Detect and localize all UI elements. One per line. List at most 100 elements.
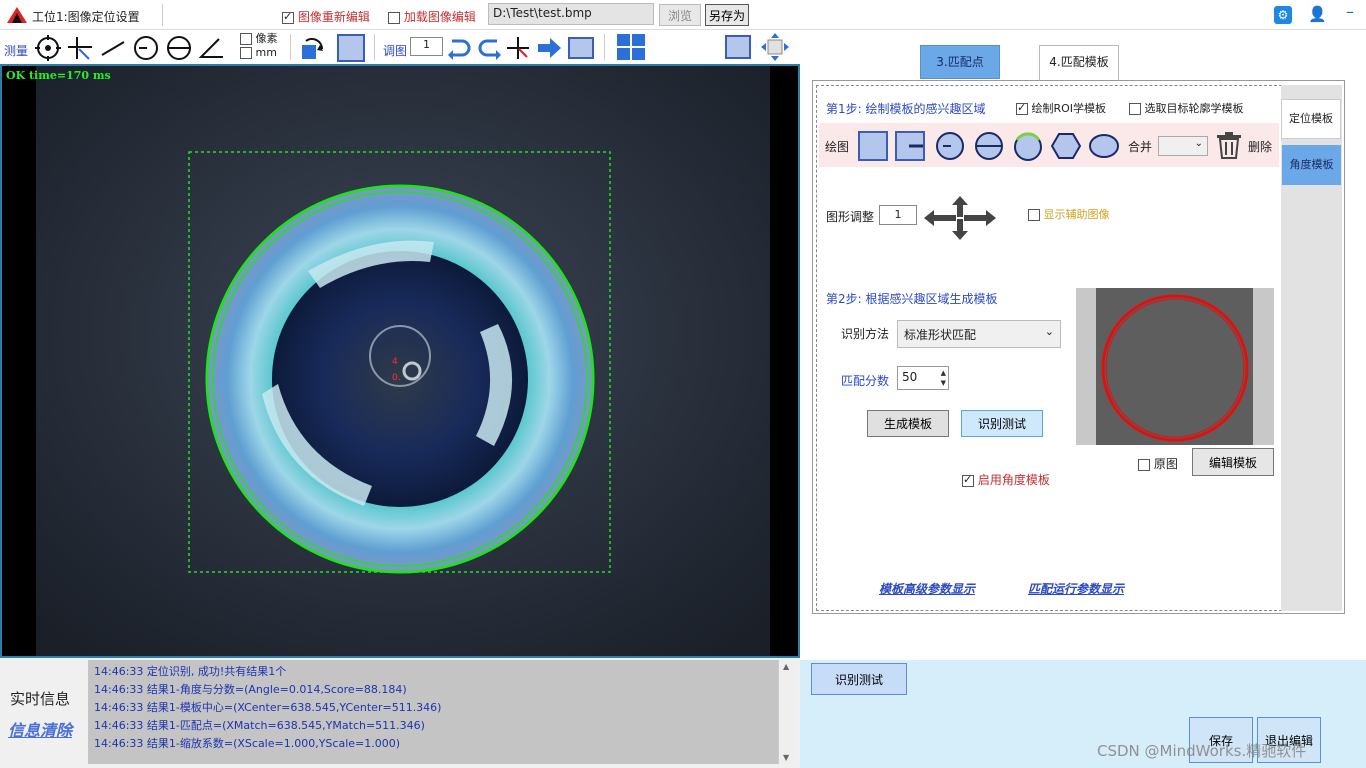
move-arrows-icon[interactable] xyxy=(922,195,998,241)
point-line-distance-icon[interactable] xyxy=(67,35,93,61)
toolbar-divider xyxy=(290,34,291,60)
score-stepper[interactable]: 50 ▲ ▼ xyxy=(897,366,949,390)
recognition-test-button[interactable]: 识别测试 xyxy=(961,410,1043,437)
info-title: 实时信息 xyxy=(10,690,71,708)
draw-roi-label: 绘制ROI学模板 xyxy=(1031,102,1107,115)
chevron-down-icon: ⌄ xyxy=(1044,325,1054,338)
draw-rect-icon[interactable] xyxy=(858,131,888,161)
log-line: 14:46:33 结果1-匹配点=(XMatch=638.545,YMatch=… xyxy=(94,719,425,732)
unit-pixel-checkbox[interactable] xyxy=(240,33,252,45)
side-tab-locate[interactable]: 定位模板 xyxy=(1281,99,1341,139)
draw-shape-row xyxy=(819,123,1279,167)
unit-pixel-label: 像素 xyxy=(255,32,278,45)
log-line: 14:46:33 结果1-模板中心=(XCenter=638.545,YCent… xyxy=(94,701,442,714)
scroll-up-icon[interactable]: ▲ xyxy=(783,662,789,671)
settings-gear-icon[interactable]: ⚙ xyxy=(1274,6,1292,24)
unit-mm-label: mm xyxy=(255,46,277,59)
log-scrollbar[interactable]: ▲ ▼ xyxy=(778,660,795,764)
show-aux-check-icon[interactable] xyxy=(1028,209,1040,221)
show-aux-checkbox[interactable]: 显示辅助图像 xyxy=(1028,206,1110,222)
load-edit-label: 加载图像编辑 xyxy=(403,10,476,24)
minimize-icon[interactable]: – xyxy=(1340,2,1360,22)
info-area xyxy=(0,660,88,768)
single-view-icon[interactable] xyxy=(725,34,751,60)
adjust-step-input[interactable]: 1 xyxy=(410,37,443,56)
show-aux-label: 显示辅助图像 xyxy=(1043,208,1110,221)
tab-match-point[interactable]: 3.匹配点 xyxy=(920,45,1000,79)
draw-label: 绘图 xyxy=(825,140,850,154)
inspection-image[interactable]: 4 0. xyxy=(2,66,798,656)
toolbar-divider xyxy=(604,34,605,60)
angle-measure-icon[interactable] xyxy=(199,35,225,61)
generate-template-button[interactable]: 生成模板 xyxy=(867,410,949,437)
load-edit-check-icon[interactable] xyxy=(388,11,400,24)
stepper-arrows-icon[interactable]: ▲ ▼ xyxy=(941,368,946,388)
enable-angle-checkbox[interactable]: 启用角度模板 xyxy=(962,471,1050,488)
center-marker-bottom: 0. xyxy=(392,373,401,383)
measure-label: 测量 xyxy=(4,44,29,58)
draw-ring-icon[interactable] xyxy=(974,131,1004,161)
arrow-right-icon[interactable] xyxy=(536,35,562,61)
advanced-params-link[interactable]: 模板高级参数显示 xyxy=(879,580,975,597)
draw-roi-checkbox[interactable]: 绘制ROI学模板 xyxy=(1016,100,1106,116)
re-edit-label: 图像重新编辑 xyxy=(297,10,370,24)
point-measure-icon[interactable] xyxy=(35,35,61,61)
log-line: 14:46:33 结果1-角度与分数=(Angle=0.014,Score=88… xyxy=(94,683,407,696)
save-as-button[interactable]: 另存为 xyxy=(705,4,749,26)
unit-selector: 像素 mm xyxy=(240,32,278,60)
enable-angle-check-icon[interactable] xyxy=(962,473,974,487)
method-value: 标准形状匹配 xyxy=(904,328,977,342)
status-time: OK time=170 ms xyxy=(6,69,111,82)
circle-diameter-icon[interactable] xyxy=(166,35,192,61)
original-check-icon[interactable] xyxy=(1138,458,1150,471)
edit-template-button[interactable]: 编辑模板 xyxy=(1192,448,1274,476)
shape-adjust-input[interactable]: 1 xyxy=(879,205,917,225)
browse-button[interactable]: 浏览 xyxy=(659,4,701,26)
title-divider xyxy=(162,4,163,26)
method-select[interactable]: 标准形状匹配 ⌄ xyxy=(897,320,1061,348)
load-edit-checkbox[interactable]: 加载图像编辑 xyxy=(388,8,476,25)
draw-polygon-icon[interactable] xyxy=(1051,131,1081,161)
line-measure-icon[interactable] xyxy=(100,35,126,61)
pick-contour-label: 选取目标轮廓学模板 xyxy=(1144,102,1244,115)
re-edit-checkbox[interactable]: 图像重新编辑 xyxy=(282,8,370,25)
draw-arc-icon[interactable] xyxy=(1013,131,1043,161)
scroll-down-icon[interactable]: ▼ xyxy=(783,753,789,762)
grid-layout-icon[interactable] xyxy=(616,33,646,61)
draw-roi-check-icon[interactable] xyxy=(1016,101,1028,115)
rect-roi-icon[interactable] xyxy=(337,34,365,62)
score-value: 50 xyxy=(902,370,918,384)
draw-ellipse-icon[interactable] xyxy=(1089,131,1119,161)
image-viewer[interactable]: 4 0. OK time=170 ms xyxy=(0,64,800,658)
app-logo-icon xyxy=(7,7,27,23)
info-clear-link[interactable]: 信息清除 xyxy=(8,717,72,741)
score-label: 匹配分数 xyxy=(841,374,890,388)
watermark: CSDN @MindWorks.精驰软件 xyxy=(1097,742,1307,760)
rotate-counterclockwise-icon[interactable] xyxy=(476,35,502,61)
log-list[interactable]: 14:46:33 定位识别, 成功!共有结果1个 14:46:33 结果1-角度… xyxy=(88,660,778,764)
rotate-image-icon[interactable] xyxy=(298,35,324,61)
delete-label: 删除 xyxy=(1248,140,1273,154)
merge-select[interactable]: ⌄ xyxy=(1158,136,1208,156)
side-tab-angle[interactable]: 角度模板 xyxy=(1282,145,1341,185)
image-path-input[interactable]: D:\Test\test.bmp xyxy=(488,3,654,25)
runtime-params-link[interactable]: 匹配运行参数显示 xyxy=(1028,580,1124,597)
rotate-clockwise-icon[interactable] xyxy=(447,35,473,61)
pick-contour-check-icon[interactable] xyxy=(1129,103,1141,115)
user-icon[interactable]: 👤 xyxy=(1308,5,1327,25)
draw-circle-icon[interactable] xyxy=(935,131,965,161)
circle-measure-icon[interactable] xyxy=(133,35,159,61)
chevron-down-icon: ⌄ xyxy=(1194,138,1203,149)
enable-angle-label: 启用角度模板 xyxy=(977,473,1050,487)
bottom-recognition-test-button[interactable]: 识别测试 xyxy=(811,663,907,695)
tab-match-template[interactable]: 4.匹配模板 xyxy=(1039,45,1119,81)
crosshair-move-icon[interactable] xyxy=(505,35,531,61)
draw-rotated-rect-icon[interactable] xyxy=(895,131,925,161)
original-image-checkbox[interactable]: 原图 xyxy=(1138,455,1178,472)
pick-contour-checkbox[interactable]: 选取目标轮廓学模板 xyxy=(1129,100,1244,116)
delete-trash-icon[interactable] xyxy=(1214,130,1244,160)
unit-mm-checkbox[interactable] xyxy=(240,47,252,59)
fullscreen-icon[interactable] xyxy=(760,32,790,62)
fit-view-icon[interactable] xyxy=(568,35,594,61)
re-edit-check-icon[interactable] xyxy=(282,10,294,24)
